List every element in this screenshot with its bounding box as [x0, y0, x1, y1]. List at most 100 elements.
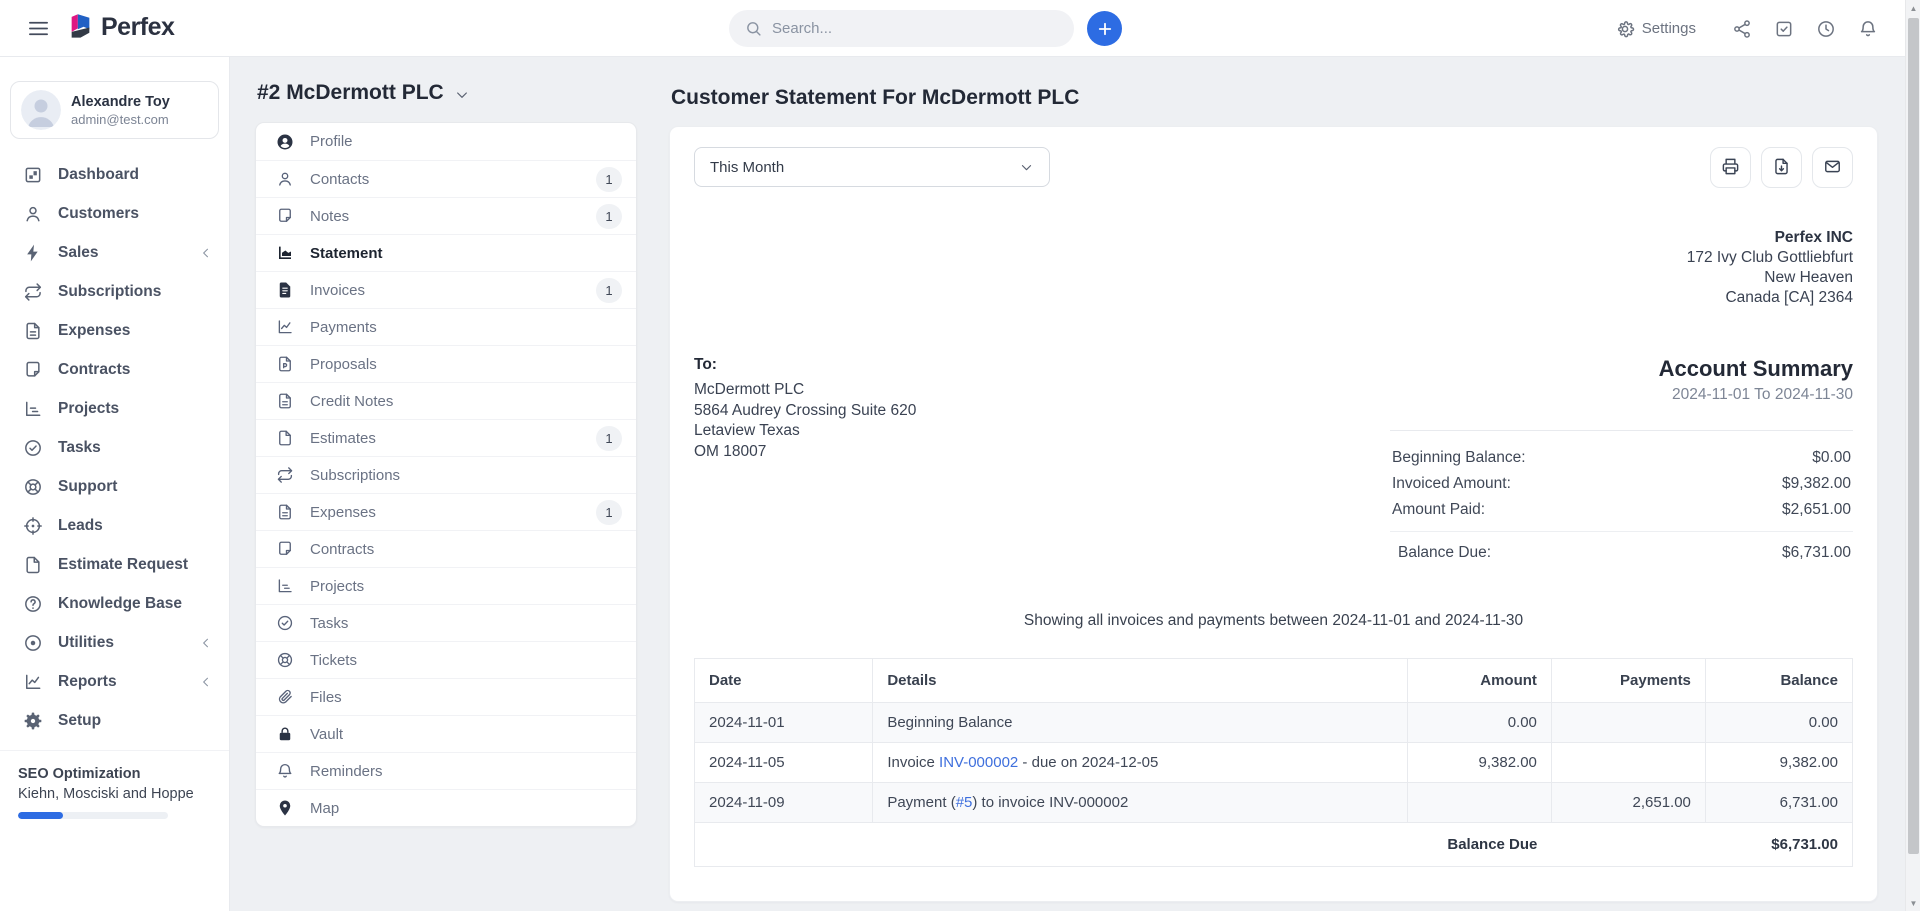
panel-item-reminders[interactable]: Reminders — [256, 752, 636, 789]
panel-item-credit-notes[interactable]: Credit Notes — [256, 382, 636, 419]
settings-button[interactable]: Settings — [1615, 19, 1696, 39]
cell-payments — [1551, 743, 1705, 783]
pin-filled-icon — [276, 799, 294, 817]
user-name: Alexandre Toy — [71, 93, 170, 111]
sidebar-item-subscriptions[interactable]: Subscriptions — [0, 272, 229, 311]
sidebar-item-label: Contracts — [58, 361, 213, 379]
brand-logo[interactable]: Perfex — [69, 12, 174, 43]
panel-item-label: Tasks — [310, 615, 622, 632]
table-footer-value: $6,731.00 — [1705, 823, 1852, 867]
panel-item-map[interactable]: Map — [256, 789, 636, 826]
print-button[interactable] — [1710, 147, 1751, 188]
disc-icon — [23, 633, 43, 653]
count-badge: 1 — [596, 278, 622, 303]
scrollbar-up-arrow[interactable]: ▲ — [1906, 0, 1920, 16]
sidebar-item-setup[interactable]: Setup — [0, 701, 229, 740]
clock-icon[interactable] — [1816, 19, 1836, 39]
sidebar-item-tasks[interactable]: Tasks — [0, 428, 229, 467]
panel-item-profile[interactable]: Profile — [256, 123, 636, 160]
panel-item-notes[interactable]: Notes1 — [256, 197, 636, 234]
customer-address-block: To: McDermott PLC 5864 Audrey Crossing S… — [694, 356, 916, 566]
customer-name: McDermott PLC — [694, 380, 916, 401]
panel-item-payments[interactable]: Payments — [256, 308, 636, 345]
sidebar-item-support[interactable]: Support — [0, 467, 229, 506]
scrollbar-thumb[interactable] — [1908, 18, 1919, 854]
page-title: Customer Statement For McDermott PLC — [669, 86, 1878, 110]
panel-item-files[interactable]: Files — [256, 678, 636, 715]
file-text-icon — [276, 503, 294, 521]
scrollbar-down-arrow[interactable]: ▼ — [1906, 895, 1920, 911]
details-text: ) to invoice INV-000002 — [972, 794, 1128, 811]
check-circle-icon — [276, 614, 294, 632]
paperclip-icon — [276, 688, 294, 706]
panel-item-projects[interactable]: Projects — [256, 567, 636, 604]
gear-icon — [1615, 19, 1635, 39]
panel-item-tickets[interactable]: Tickets — [256, 641, 636, 678]
bell-icon[interactable] — [1858, 19, 1878, 39]
panel-item-estimates[interactable]: Estimates1 — [256, 419, 636, 456]
cell-payments: 2,651.00 — [1551, 783, 1705, 823]
sidebar-item-label: Support — [58, 478, 213, 496]
perfex-flag-icon — [69, 12, 92, 43]
table-row: 2024-11-05Invoice INV-000002 - due on 20… — [695, 743, 1853, 783]
share-icon[interactable] — [1732, 19, 1752, 39]
panel-item-vault[interactable]: Vault — [256, 715, 636, 752]
sidebar-item-contracts[interactable]: Contracts — [0, 350, 229, 389]
sidebar-item-dashboard[interactable]: Dashboard — [0, 155, 229, 194]
cell-date: 2024-11-05 — [695, 743, 873, 783]
quick-add-button[interactable] — [1087, 11, 1122, 46]
cell-date: 2024-11-01 — [695, 703, 873, 743]
help-circle-icon — [23, 594, 43, 614]
sidebar-item-reports[interactable]: Reports — [0, 662, 229, 701]
panel-item-proposals[interactable]: Proposals — [256, 345, 636, 382]
note-icon — [276, 540, 294, 558]
period-select[interactable]: This Month — [694, 147, 1050, 187]
chevron-down-icon[interactable] — [454, 87, 470, 103]
todo-check-icon[interactable] — [1774, 19, 1794, 39]
sidebar-item-sales[interactable]: Sales — [0, 233, 229, 272]
search-icon — [745, 20, 762, 37]
summary-row-invoiced-amount: Invoiced Amount:$9,382.00 — [1390, 471, 1853, 497]
sidebar-item-label: Tasks — [58, 439, 213, 457]
panel-item-tasks[interactable]: Tasks — [256, 604, 636, 641]
table-header-details: Details — [873, 659, 1408, 703]
details-link[interactable]: INV-000002 — [939, 754, 1018, 771]
sidebar-menu: DashboardCustomersSalesSubscriptionsExpe… — [0, 155, 229, 740]
top-navbar: Perfex Settings — [0, 0, 1920, 57]
count-badge: 1 — [596, 204, 622, 229]
details-link[interactable]: #5 — [956, 794, 973, 811]
summary-divider — [1390, 430, 1853, 431]
sidebar-item-leads[interactable]: Leads — [0, 506, 229, 545]
details-text: Beginning Balance — [887, 714, 1012, 731]
panel-item-statement[interactable]: Statement — [256, 234, 636, 271]
panel-item-invoices[interactable]: Invoices1 — [256, 271, 636, 308]
sidebar-item-estimate-request[interactable]: Estimate Request — [0, 545, 229, 584]
sidebar-item-expenses[interactable]: Expenses — [0, 311, 229, 350]
lock-filled-icon — [276, 725, 294, 743]
email-button[interactable] — [1812, 147, 1853, 188]
search-input[interactable] — [772, 20, 1058, 37]
sidebar-item-customers[interactable]: Customers — [0, 194, 229, 233]
avatar — [21, 90, 61, 130]
summary-row-beginning-balance: Beginning Balance:$0.00 — [1390, 445, 1853, 471]
panel-item-contracts[interactable]: Contracts — [256, 530, 636, 567]
panel-item-subscriptions[interactable]: Subscriptions — [256, 456, 636, 493]
cell-amount: 0.00 — [1408, 703, 1552, 743]
hamburger-menu-icon[interactable] — [27, 17, 50, 40]
main-content: Customer Statement For McDermott PLC Thi… — [669, 86, 1878, 902]
sidebar-item-utilities[interactable]: Utilities — [0, 623, 229, 662]
sidebar-item-projects[interactable]: Projects — [0, 389, 229, 428]
company-address-line: 172 Ivy Club Gottliebfurt — [694, 248, 1853, 268]
company-address-line: Canada [CA] 2364 — [694, 288, 1853, 308]
pdf-export-button[interactable] — [1761, 147, 1802, 188]
project-progress-widget[interactable]: SEO Optimization Kiehn, Mosciski and Hop… — [0, 751, 229, 819]
customer-title: #2 McDermott PLC — [257, 81, 444, 105]
table-footer-label: Balance Due — [695, 823, 1552, 867]
user-profile-card[interactable]: Alexandre Toy admin@test.com — [10, 81, 219, 139]
panel-item-expenses[interactable]: Expenses1 — [256, 493, 636, 530]
table-header-date: Date — [695, 659, 873, 703]
sidebar-item-knowledge-base[interactable]: Knowledge Base — [0, 584, 229, 623]
table-header-payments: Payments — [1551, 659, 1705, 703]
panel-item-contacts[interactable]: Contacts1 — [256, 160, 636, 197]
sidebar-item-label: Projects — [58, 400, 213, 418]
